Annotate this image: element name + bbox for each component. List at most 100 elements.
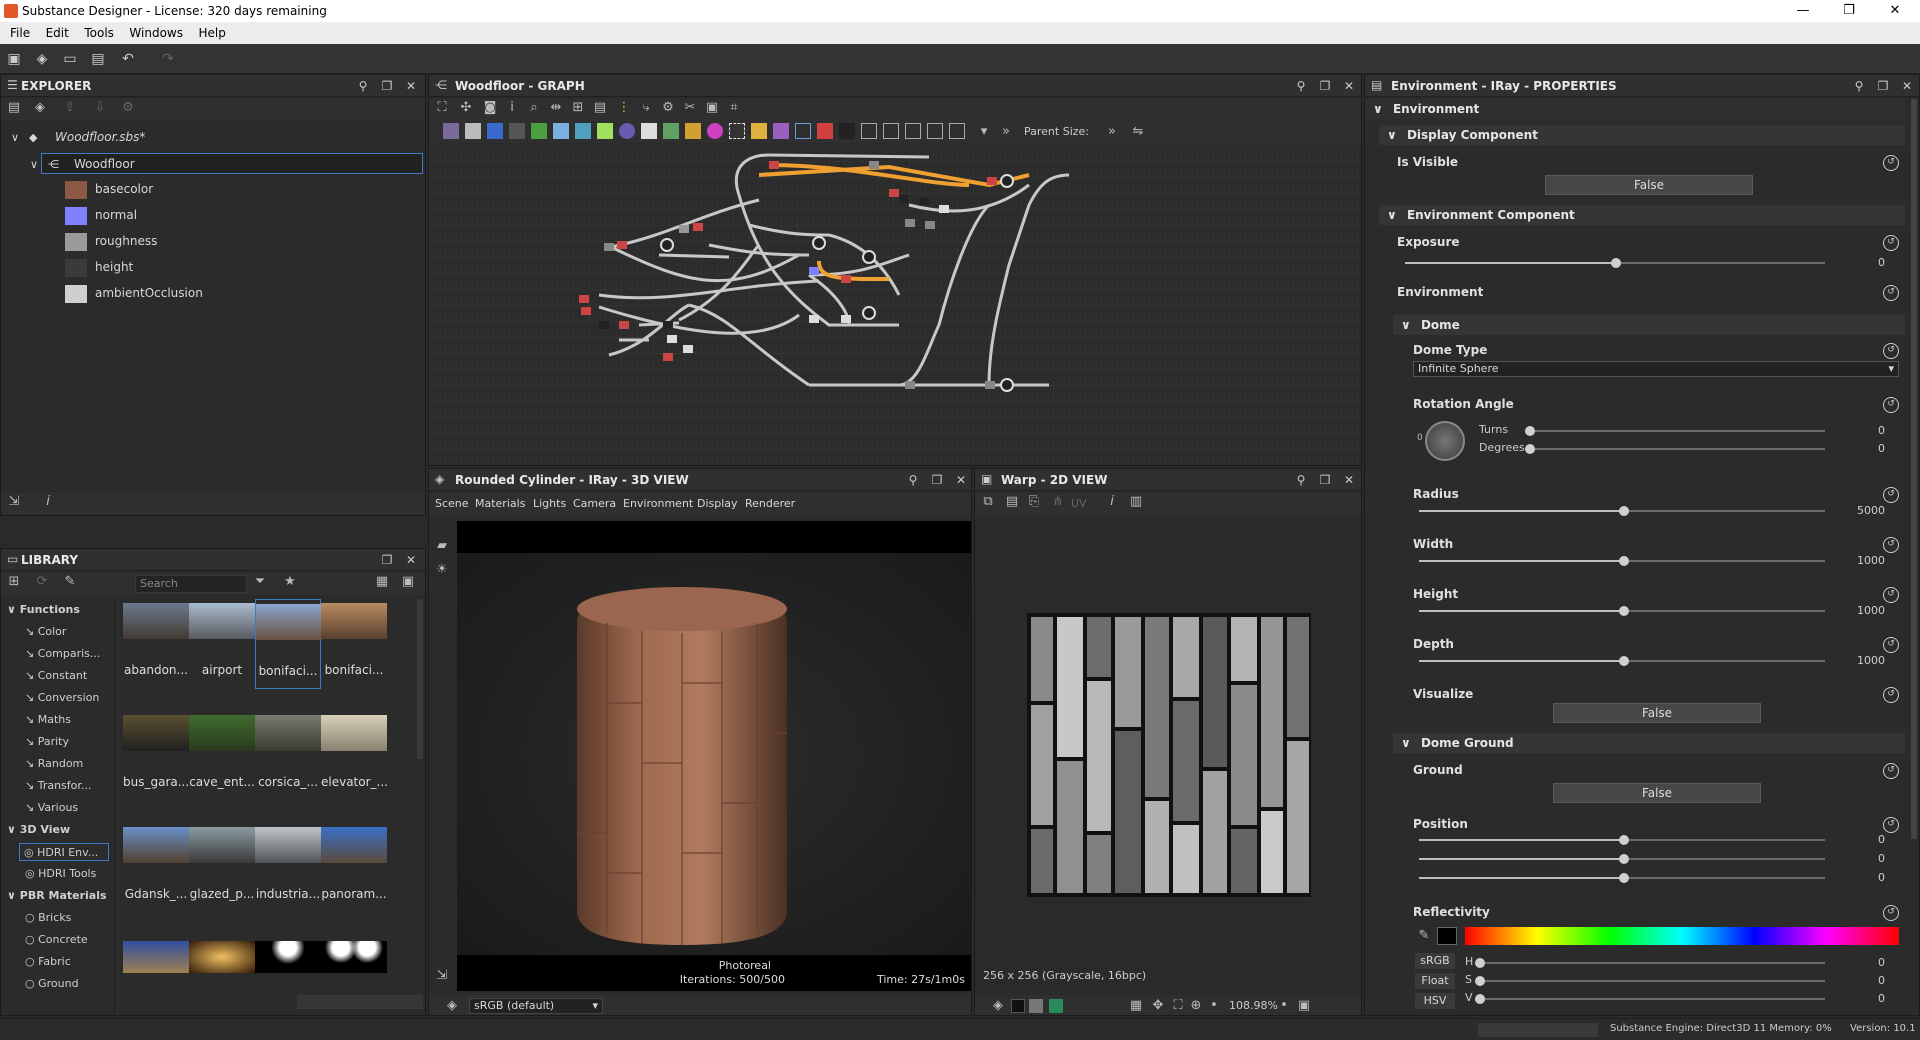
float-button[interactable]: Float [1415,973,1455,989]
dot-icon[interactable]: ▾ [975,123,993,141]
copy-icon[interactable]: ⎘ [1025,493,1043,511]
menu-edit[interactable]: Edit [40,22,75,44]
pattern-icon[interactable] [663,123,679,139]
histogram-icon[interactable]: ▥ [1127,493,1145,511]
frame-icon[interactable] [795,123,811,139]
view3d-menu-scene[interactable]: Scene [435,497,469,510]
menu-file[interactable]: File [4,22,36,44]
package-row[interactable]: ∨ ◆ Woodfloor.sbs* [1,127,425,148]
zoom-out-icon[interactable]: • [1205,997,1223,1015]
maximize-button[interactable]: ❐ [1826,0,1872,22]
publish-icon[interactable]: ⇩ [91,99,109,117]
output-row[interactable]: normal [1,205,425,226]
link-mode-icon[interactable]: ⇋ [1129,123,1147,141]
library-item-selected[interactable]: ◎ HDRI Env... [19,843,109,861]
frame-all-icon[interactable]: ⛶ [433,99,451,117]
close-panel-icon[interactable]: ✕ [403,78,419,94]
comment-node-icon[interactable] [905,123,921,139]
pin-icon[interactable]: ⚲ [1293,472,1309,488]
share-icon[interactable]: ⋔ [1049,493,1067,511]
warp-icon[interactable] [597,123,613,139]
v-value[interactable]: 0 [1845,992,1885,1005]
library-scrollbar[interactable] [417,599,423,759]
zoom-level[interactable]: 108.98% [1229,999,1278,1012]
reset-icon[interactable]: ↺ [1883,487,1899,503]
add-folder-icon[interactable]: ⊞ [5,573,23,591]
float-icon[interactable]: ❐ [929,472,945,488]
reset-icon[interactable]: ↺ [1883,817,1899,833]
hdri-thumbnail[interactable]: corsica_... [255,711,321,801]
text-icon[interactable] [773,123,789,139]
width-slider-knob[interactable] [1619,556,1629,566]
export-icon[interactable]: ⇪ [61,99,79,117]
view3d-menu-renderer[interactable]: Renderer [745,497,795,510]
close-panel-icon[interactable]: ✕ [1899,78,1915,94]
add-graph-icon[interactable]: ◈ [31,99,49,117]
new-graph-icon[interactable]: ◈ [34,51,50,67]
turns-value[interactable]: 0 [1845,424,1885,437]
pin-icon[interactable]: ⚲ [905,472,921,488]
reset-icon[interactable]: ↺ [1883,537,1899,553]
view3d-menu-environment[interactable]: Environment [623,497,693,510]
float-icon[interactable]: ❐ [379,552,395,568]
height-slider-knob[interactable] [1619,606,1629,616]
hdri-thumbnail-selected[interactable]: bonifaci... [255,599,322,689]
layout-icon[interactable]: ⊞ [569,99,587,117]
hdri-thumbnail[interactable] [123,941,189,973]
float-icon[interactable]: ❐ [1317,78,1333,94]
radius-value[interactable]: 5000 [1845,504,1885,517]
info-icon[interactable]: i [1103,493,1121,511]
settings-icon[interactable]: ⚙ [659,99,677,117]
reset-icon[interactable]: ↺ [1883,587,1899,603]
output-row[interactable]: basecolor [1,179,425,200]
category-pbr-materials[interactable]: ∨ PBR Materials [1,887,113,905]
menu-help[interactable]: Help [192,22,231,44]
shuffle-icon[interactable] [509,123,525,139]
library-item[interactable]: ↘ Various [1,799,113,817]
hdri-thumbnail[interactable]: panoram... [321,823,387,913]
reset-icon[interactable]: ↺ [1883,637,1899,653]
depth-value[interactable]: 1000 [1845,654,1885,667]
grid-icon[interactable] [641,123,657,139]
tree-icon[interactable]: ⇲ [5,493,23,511]
section-environment[interactable]: ∨ Environment [1365,99,1905,119]
degrees-slider-knob[interactable] [1525,444,1535,454]
open-folder-icon[interactable]: ▭ [62,51,78,67]
hdri-thumbnail[interactable] [321,941,387,973]
light-icon[interactable]: ☀ [433,561,451,579]
hdri-thumbnail[interactable]: bus_gara... [123,711,189,801]
graph-expand-icon[interactable]: ∨ [30,154,38,175]
eyedropper-icon[interactable]: ✎ [1415,927,1433,945]
connect-icon[interactable]: ⤷ [637,99,655,117]
close-panel-icon[interactable]: ✕ [1341,78,1357,94]
library-item[interactable]: ↘ Random [1,755,113,773]
zoom-in-icon[interactable]: • [1275,997,1293,1015]
category-3d-view[interactable]: ∨ 3D View [1,821,113,839]
colorspace-dropdown[interactable]: sRGB (default) ▾ [469,998,603,1014]
output-icon[interactable] [883,123,899,139]
visualize-toggle[interactable]: False [1553,703,1761,723]
hdri-thumbnail[interactable]: airport [189,599,255,689]
library-item[interactable]: ◎ HDRI Tools [1,865,113,883]
output-row[interactable]: height [1,257,425,278]
pixel-processor-icon[interactable] [839,123,855,139]
view3d-menu-camera[interactable]: Camera [573,497,616,510]
position-x-value[interactable]: 0 [1845,833,1885,846]
reset-icon[interactable]: ↺ [1883,397,1899,413]
exposure-value[interactable]: 0 [1845,256,1885,269]
levels-icon[interactable] [553,123,569,139]
hdri-thumbnail[interactable]: Gdansk_... [123,823,189,913]
favorite-icon[interactable]: ★ [281,573,299,591]
bitmap-node-icon[interactable] [443,123,459,139]
crop-icon[interactable]: ⌗ [725,99,743,117]
menu-windows[interactable]: Windows [123,22,189,44]
curve-icon[interactable] [531,123,547,139]
srgb-button[interactable]: sRGB [1415,953,1455,969]
close-panel-icon[interactable]: ✕ [953,472,969,488]
info-icon[interactable]: i [39,493,57,511]
pin-icon[interactable]: ⚲ [355,78,371,94]
radius-slider-knob[interactable] [1619,506,1629,516]
exposure-slider-knob[interactable] [1611,258,1621,268]
pin-icon[interactable]: ⚲ [1293,78,1309,94]
color-swatch[interactable] [1437,927,1457,945]
